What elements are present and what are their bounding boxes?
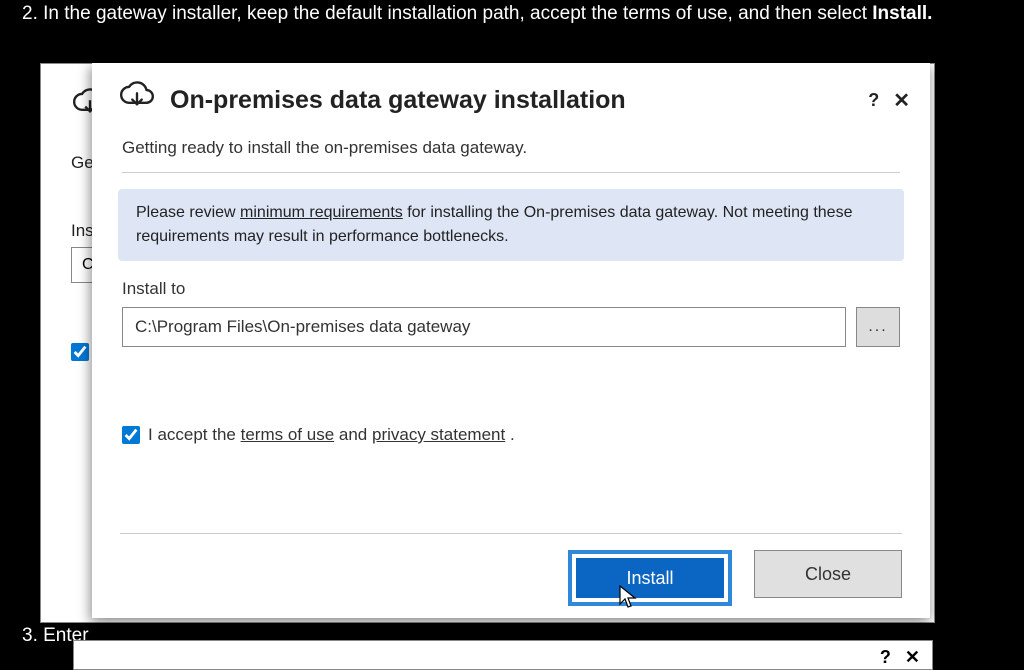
- close-button[interactable]: Close: [754, 550, 902, 598]
- min-requirements-link[interactable]: minimum requirements: [240, 204, 403, 221]
- browse-button[interactable]: ...: [856, 307, 900, 347]
- step-2-text: 2. In the gateway installer, keep the de…: [22, 3, 872, 24]
- accept-terms-text: I accept the terms of use and privacy st…: [148, 425, 515, 445]
- divider: [122, 172, 900, 173]
- back-accept-checkbox[interactable]: [71, 343, 89, 361]
- help-icon[interactable]: ?: [880, 647, 891, 668]
- privacy-statement-link[interactable]: privacy statement: [372, 425, 505, 444]
- close-icon[interactable]: ✕: [893, 91, 910, 111]
- install-button-highlight: Install: [568, 550, 732, 606]
- bottom-back-window: ? ✕: [73, 640, 933, 670]
- subheader-text: Getting ready to install the on-premises…: [92, 132, 930, 172]
- close-icon[interactable]: ✕: [905, 647, 920, 668]
- install-button[interactable]: Install: [576, 558, 724, 598]
- step-2-install-word: Install.: [872, 3, 932, 24]
- help-icon[interactable]: ?: [868, 90, 879, 111]
- install-path-input[interactable]: [122, 307, 846, 347]
- step-2-instruction: 2. In the gateway installer, keep the de…: [0, 0, 1024, 35]
- cloud-download-icon: [118, 79, 156, 122]
- accept-terms-checkbox[interactable]: [122, 426, 140, 444]
- requirements-banner: Please review minimum requirements for i…: [118, 189, 904, 261]
- install-to-label: Install to: [122, 279, 900, 299]
- terms-of-use-link[interactable]: terms of use: [241, 425, 335, 444]
- dialog-title: On-premises data gateway installation: [170, 86, 626, 115]
- installer-dialog: On-premises data gateway installation ? …: [92, 63, 930, 618]
